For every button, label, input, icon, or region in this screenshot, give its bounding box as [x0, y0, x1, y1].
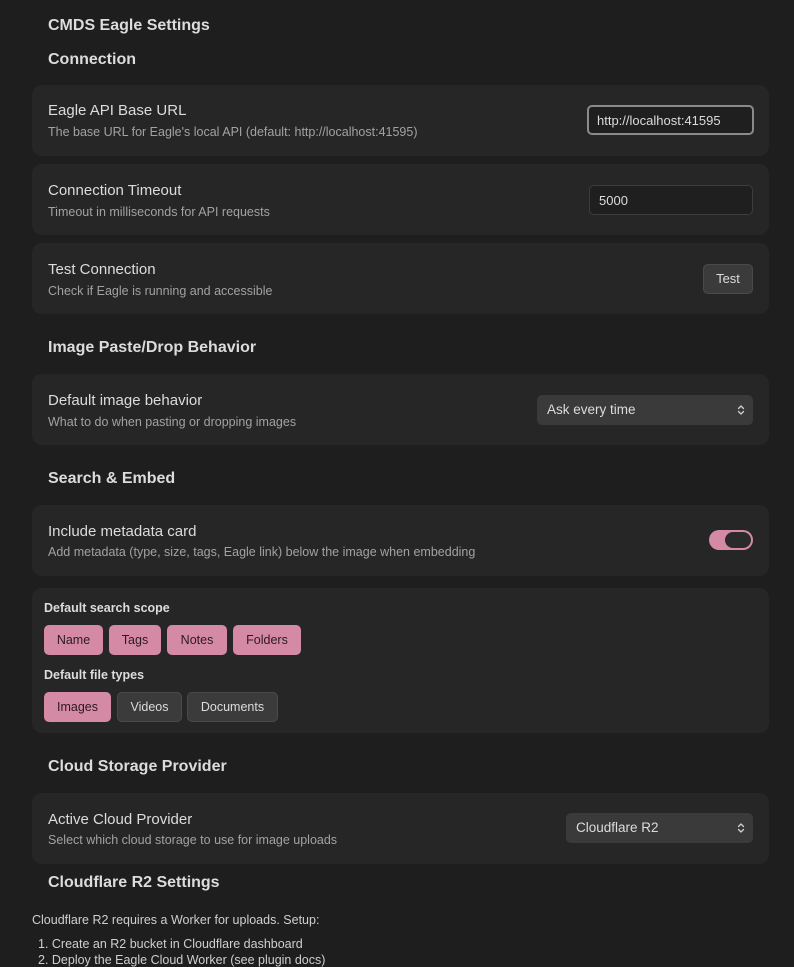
- r2-intro-text: Cloudflare R2 requires a Worker for uplo…: [32, 913, 320, 927]
- search-defaults-panel: Default search scope Name Tags Notes Fol…: [32, 588, 769, 733]
- filetype-chip-images[interactable]: Images: [44, 692, 111, 722]
- section-heading-search-embed: Search & Embed: [48, 470, 176, 487]
- dropdown-value: Ask every time: [547, 402, 636, 417]
- setting-description: The base URL for Eagle's local API (defa…: [48, 125, 418, 139]
- dropdown-value: Cloudflare R2: [576, 820, 659, 835]
- file-types-label: Default file types: [44, 668, 145, 682]
- scope-chip-name[interactable]: Name: [44, 625, 103, 655]
- scope-chip-folders[interactable]: Folders: [233, 625, 301, 655]
- setting-name: Eagle API Base URL: [48, 102, 187, 119]
- search-scope-label: Default search scope: [44, 601, 170, 615]
- setting-description: Add metadata (type, size, tags, Eagle li…: [48, 545, 476, 559]
- r2-setup-step: 1. Create an R2 bucket in Cloudflare das…: [38, 937, 303, 951]
- base-url-input[interactable]: [587, 105, 754, 135]
- r2-setup-step: 2. Deploy the Eagle Cloud Worker (see pl…: [38, 953, 326, 967]
- setting-name: Active Cloud Provider: [48, 811, 193, 828]
- setting-image-behavior: Default image behavior What to do when p…: [32, 374, 769, 445]
- setting-description: Timeout in milliseconds for API requests: [48, 205, 270, 219]
- setting-name: Default image behavior: [48, 392, 203, 409]
- setting-name: Test Connection: [48, 261, 156, 278]
- scope-chip-tags[interactable]: Tags: [109, 625, 161, 655]
- test-connection-button[interactable]: Test: [703, 264, 753, 294]
- cloud-provider-dropdown[interactable]: Cloudflare R2: [566, 813, 753, 843]
- setting-timeout: Connection Timeout Timeout in millisecon…: [32, 164, 769, 235]
- section-heading-r2-settings: Cloudflare R2 Settings: [48, 874, 220, 891]
- scope-chip-notes[interactable]: Notes: [167, 625, 227, 655]
- image-behavior-dropdown[interactable]: Ask every time: [537, 395, 753, 425]
- timeout-input[interactable]: [589, 185, 753, 215]
- setting-name: Include metadata card: [48, 523, 197, 540]
- section-heading-connection: Connection: [48, 51, 136, 68]
- toggle-knob: [725, 532, 751, 548]
- setting-description: Select which cloud storage to use for im…: [48, 833, 338, 847]
- setting-name: Connection Timeout: [48, 182, 182, 199]
- filetype-chip-videos[interactable]: Videos: [117, 692, 182, 722]
- setting-description: Check if Eagle is running and accessible: [48, 284, 273, 298]
- settings-page: CMDS Eagle Settings Connection Eagle API…: [0, 0, 794, 967]
- section-heading-cloud-storage: Cloud Storage Provider: [48, 758, 227, 775]
- page-title: CMDS Eagle Settings: [48, 17, 210, 34]
- setting-test-connection: Test Connection Check if Eagle is runnin…: [32, 243, 769, 314]
- metadata-card-toggle[interactable]: [709, 530, 753, 550]
- setting-metadata-card: Include metadata card Add metadata (type…: [32, 505, 769, 576]
- section-heading-image-behavior: Image Paste/Drop Behavior: [48, 339, 257, 356]
- chevron-up-down-icon: [737, 405, 745, 415]
- setting-description: What to do when pasting or dropping imag…: [48, 415, 297, 429]
- chevron-up-down-icon: [737, 823, 745, 833]
- setting-cloud-provider: Active Cloud Provider Select which cloud…: [32, 793, 769, 864]
- filetype-chip-documents[interactable]: Documents: [187, 692, 278, 722]
- setting-base-url: Eagle API Base URL The base URL for Eagl…: [32, 85, 769, 156]
